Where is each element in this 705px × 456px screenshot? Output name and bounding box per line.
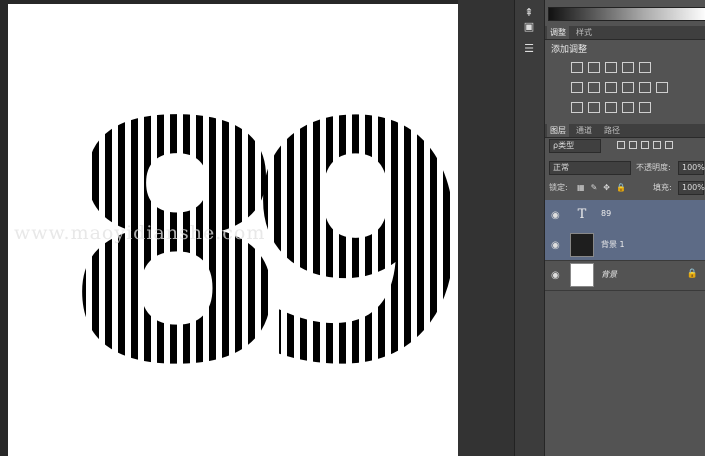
vibrance-icon[interactable] [571, 82, 583, 93]
adjustment-icons-row-2 [571, 82, 673, 96]
layer-name: 89 [601, 209, 612, 218]
shape-filter-icon[interactable] [653, 140, 661, 149]
layer-filter-icons [617, 138, 677, 152]
photo-filter-icon[interactable] [622, 82, 634, 93]
tab-paths[interactable]: 路径 [601, 124, 623, 137]
color-balance-icon[interactable] [588, 82, 600, 93]
opacity-input[interactable]: 100% [678, 161, 705, 175]
brightness-icon[interactable] [571, 62, 583, 73]
layer-name: 背景 1 [601, 240, 625, 249]
visibility-eye-icon[interactable]: ◉ [551, 270, 560, 281]
color-lookup-icon[interactable] [656, 82, 668, 93]
adjustments-tabbar: 调整 样式 [545, 26, 705, 40]
add-adjustment-label: 添加调整 [551, 45, 588, 55]
visibility-eye-icon[interactable]: ◉ [551, 210, 560, 221]
document-canvas-area[interactable]: 8 9 www.maoyidianshe.com [0, 0, 514, 456]
layer-row-fill[interactable]: ◉ 背景 1 [545, 230, 705, 261]
image-filter-icon[interactable] [617, 140, 625, 149]
layer-row-background[interactable]: ◉ 背景 🔒 [545, 260, 705, 291]
lock-icons: ▦✎✥🔒 [577, 181, 632, 195]
tab-channels[interactable]: 通道 [573, 124, 595, 137]
color-gradient-bar[interactable] [548, 7, 705, 21]
levels-icon[interactable] [588, 62, 600, 73]
tab-layers[interactable]: 图层 [547, 124, 569, 137]
layers-tabbar: 图层 通道 路径 [545, 124, 705, 138]
panel-dock-strip: ⇞ ▣ ☰ [514, 0, 545, 456]
selective-color-icon[interactable] [622, 102, 634, 113]
lock-paint-icon[interactable]: ✎ [591, 183, 604, 192]
fill-input[interactable]: 100% [678, 181, 705, 195]
panels-column: 调整 样式 添加调整 图层 通道 路径 ρ类型 正常 不透明度: 100% 锁定… [544, 0, 705, 456]
watermark-text: www.maoyidianshe.com [14, 222, 266, 244]
layer-thumbnail [570, 233, 594, 257]
tab-styles[interactable]: 样式 [573, 26, 595, 39]
canvas-pasteboard [458, 0, 514, 456]
adjust-icon[interactable]: ▣ [521, 20, 537, 34]
visibility-eye-icon[interactable]: ◉ [551, 240, 560, 251]
posterize-icon[interactable] [588, 102, 600, 113]
filter-kind-select[interactable]: ρ类型 [549, 139, 601, 153]
layers-icon[interactable]: ☰ [521, 42, 537, 56]
tab-adjustments[interactable]: 调整 [547, 26, 569, 39]
channel-mixer-icon[interactable] [639, 82, 651, 93]
adjustment-icons-row-3 [571, 102, 656, 116]
text-layer-icon: T [577, 207, 587, 222]
lock-all-icon[interactable]: 🔒 [616, 183, 632, 192]
layer-row-text[interactable]: ◉ T 89 [545, 200, 705, 231]
fill-label: 填充: [653, 183, 672, 192]
curves-icon[interactable] [605, 62, 617, 73]
layer-name: 背景 [601, 270, 617, 279]
history-icon[interactable]: ⇞ [521, 6, 537, 20]
document-canvas[interactable]: 8 9 www.maoyidianshe.com [8, 4, 458, 456]
threshold-icon[interactable] [605, 102, 617, 113]
adjust-filter-icon[interactable] [629, 140, 637, 149]
invert-icon[interactable] [571, 102, 583, 113]
lock-label: 锁定: [549, 183, 568, 192]
black-white-icon[interactable] [605, 82, 617, 93]
type-filter-icon[interactable] [641, 140, 649, 149]
layer-thumbnail [570, 263, 594, 287]
gradient-icon[interactable] [639, 102, 651, 113]
blend-mode-select[interactable]: 正常 [549, 161, 631, 175]
lock-transparent-icon[interactable]: ▦ [577, 183, 591, 192]
layers-filter-toolbar: ρ类型 [547, 138, 704, 155]
lock-icon: 🔒 [686, 269, 698, 279]
gradient-map-icon[interactable] [639, 62, 651, 73]
exposure-icon[interactable] [622, 62, 634, 73]
smart-filter-icon[interactable] [665, 140, 673, 149]
adjustment-icons-row-1 [571, 62, 656, 76]
opacity-label: 不透明度: [636, 163, 671, 172]
lock-move-icon[interactable]: ✥ [603, 183, 616, 192]
